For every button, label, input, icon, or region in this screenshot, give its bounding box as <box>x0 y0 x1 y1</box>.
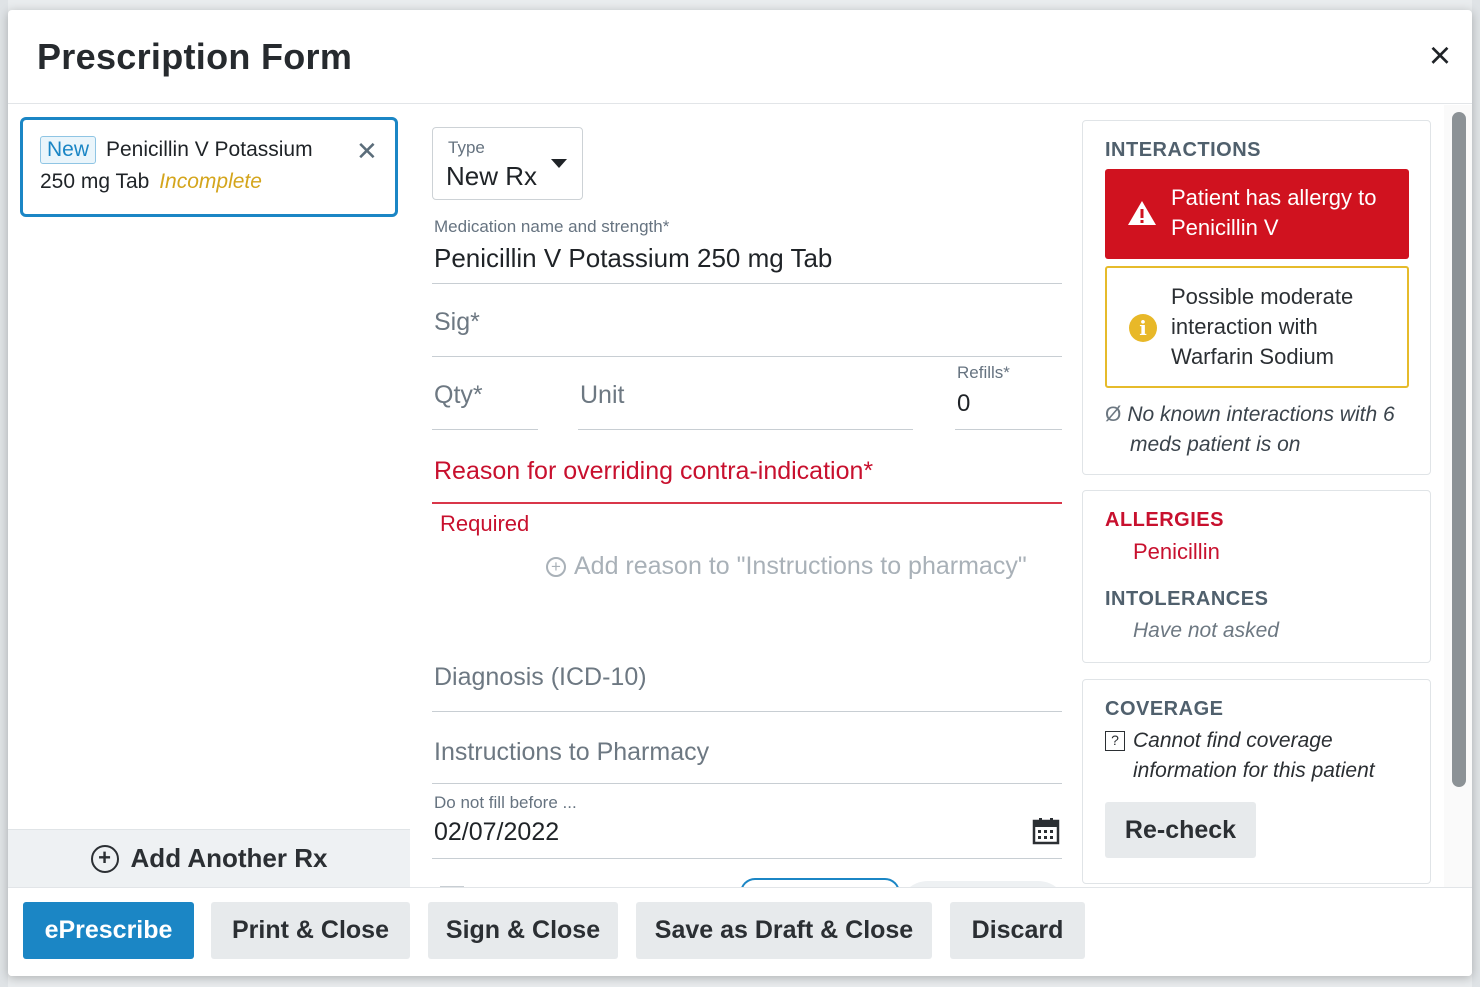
allergy-alert-text: Patient has allergy to Penicillin V <box>1171 183 1376 243</box>
no-known-line1: No known interactions with 6 <box>1127 403 1395 426</box>
partially-hidden-toggle[interactable] <box>740 878 900 887</box>
add-another-rx-label: Add Another Rx <box>130 843 328 873</box>
required-error-text: Required <box>440 511 530 536</box>
rx-item-strength: 250 mg Tab <box>40 170 150 193</box>
do-not-fill-label: Do not fill before ... <box>434 793 577 812</box>
medication-value: Penicillin V Potassium 250 mg Tab <box>434 243 833 273</box>
instructions-placeholder: Instructions to Pharmacy <box>434 738 710 766</box>
moderate-interaction-alert: i Possible moderate interaction with War… <box>1105 266 1409 388</box>
coverage-heading: COVERAGE <box>1105 698 1224 720</box>
new-badge: New <box>40 136 97 164</box>
null-set-icon: Ø <box>1105 403 1122 426</box>
prescription-modal: Prescription Form × New Penicillin V Pot… <box>8 10 1472 976</box>
override-reason-input[interactable]: Reason for overriding contra-indication* <box>432 443 1062 504</box>
allergy-alert-line2: Penicillin V <box>1171 215 1279 240</box>
recheck-button[interactable]: Re-check <box>1105 802 1256 858</box>
add-reason-link[interactable]: + Add reason to "Instructions to pharmac… <box>546 552 1027 581</box>
interactions-panel: INTERACTIONS Patient has allergy to Peni… <box>1082 120 1431 475</box>
intolerances-value: Have not asked <box>1133 619 1279 642</box>
refills-value: 0 <box>957 390 971 417</box>
no-known-interactions-text: Ø No known interactions with 6 meds patie… <box>1105 400 1415 460</box>
close-icon[interactable]: × <box>1422 37 1458 75</box>
background-page-edge <box>1472 0 1480 987</box>
medication-label: Medication name and strength* <box>434 217 670 236</box>
modal-footer: ePrescribe Print & Close Sign & Close Sa… <box>8 887 1472 976</box>
refills-input[interactable]: Refills* 0 <box>955 363 1062 430</box>
modal-title: Prescription Form <box>37 36 353 77</box>
diagnosis-placeholder: Diagnosis (ICD-10) <box>434 663 647 691</box>
discard-button[interactable]: Discard <box>950 902 1085 959</box>
eprescribe-button[interactable]: ePrescribe <box>23 902 194 959</box>
rx-item-status: Incomplete <box>159 170 262 193</box>
diagnosis-input[interactable]: Diagnosis (ICD-10) <box>432 645 1062 712</box>
allergies-heading: ALLERGIES <box>1105 509 1224 531</box>
type-value: New Rx <box>446 161 538 191</box>
remove-rx-close-icon[interactable]: ✕ <box>356 138 378 164</box>
save-draft-close-button[interactable]: Save as Draft & Close <box>636 902 932 959</box>
info-sidebar: INTERACTIONS Patient has allergy to Peni… <box>1082 120 1432 887</box>
sig-placeholder: Sig* <box>434 308 480 336</box>
scrollbar-thumb[interactable] <box>1452 112 1466 787</box>
moderate-line3: Warfarin Sodium <box>1171 344 1335 369</box>
coverage-panel: COVERAGE ? Cannot find coverage informat… <box>1082 679 1431 884</box>
coverage-message: Cannot find coverage information for thi… <box>1133 726 1375 786</box>
type-label: Type <box>448 138 485 157</box>
interactions-heading: INTERACTIONS <box>1105 139 1261 161</box>
question-box-icon: ? <box>1105 731 1131 752</box>
rx-form: Type New Rx Medication name and strength… <box>412 105 1072 887</box>
print-close-button[interactable]: Print & Close <box>211 902 410 959</box>
allergy-alert: Patient has allergy to Penicillin V <box>1105 169 1409 259</box>
moderate-line1: Possible moderate <box>1171 284 1354 309</box>
coverage-line2: information for this patient <box>1133 759 1375 782</box>
plus-circle-icon: + <box>90 844 119 873</box>
rx-list-panel: New Penicillin V Potassium 250 mg Tab In… <box>8 105 410 887</box>
info-icon: i <box>1129 314 1157 342</box>
background-page-edge <box>0 0 8 987</box>
do-not-fill-value: 02/07/2022 <box>434 818 560 846</box>
allergies-panel: ALLERGIES Penicillin INTOLERANCES Have n… <box>1082 490 1431 663</box>
warning-triangle-icon <box>1127 199 1157 232</box>
unit-input[interactable]: Unit <box>578 363 913 430</box>
sign-close-button[interactable]: Sign & Close <box>428 902 618 959</box>
chevron-down-icon <box>551 159 567 168</box>
unit-placeholder: Unit <box>580 381 625 409</box>
plus-circle-icon: + <box>546 556 566 577</box>
rx-list-item[interactable]: New Penicillin V Potassium 250 mg Tab In… <box>20 117 398 217</box>
calendar-icon[interactable] <box>1032 817 1060 850</box>
moderate-interaction-text: Possible moderate interaction with Warfa… <box>1171 282 1353 372</box>
medication-field[interactable]: Medication name and strength* Penicillin… <box>432 217 1062 284</box>
do-not-fill-date-input[interactable]: Do not fill before ... 02/07/2022 <box>432 791 1062 859</box>
allergy-alert-line1: Patient has allergy to <box>1171 185 1377 210</box>
coverage-line1: Cannot find coverage <box>1133 729 1333 752</box>
add-another-rx-button[interactable]: + Add Another Rx <box>8 829 410 887</box>
intolerances-heading: INTOLERANCES <box>1105 588 1269 610</box>
type-select[interactable]: Type New Rx <box>432 127 583 200</box>
refills-label: Refills* <box>957 363 1010 382</box>
modal-header: Prescription Form × <box>8 10 1472 104</box>
rx-item-detail-line: 250 mg Tab Incomplete <box>40 170 262 194</box>
qty-input[interactable]: Qty* <box>432 363 538 430</box>
instructions-input[interactable]: Instructions to Pharmacy <box>432 720 1062 784</box>
add-reason-label: Add reason to "Instructions to pharmacy" <box>574 552 1027 580</box>
qty-placeholder: Qty* <box>434 381 483 409</box>
allergy-value: Penicillin <box>1133 539 1220 564</box>
rx-item-name: Penicillin V Potassium <box>106 138 313 161</box>
moderate-line2: interaction with <box>1171 314 1318 339</box>
sig-input[interactable]: Sig* <box>432 297 1062 357</box>
override-reason-placeholder: Reason for overriding contra-indication* <box>434 457 874 485</box>
no-known-line2: meds patient is on <box>1130 433 1301 456</box>
